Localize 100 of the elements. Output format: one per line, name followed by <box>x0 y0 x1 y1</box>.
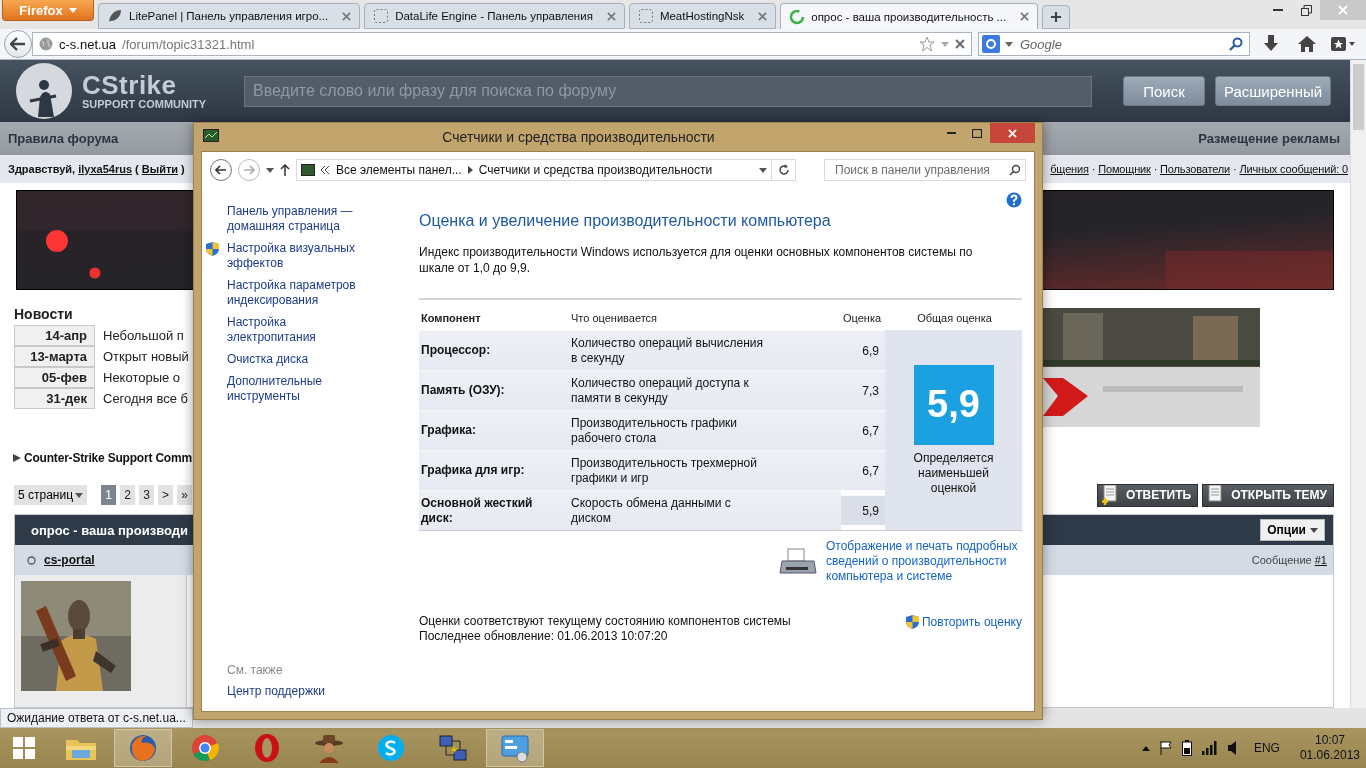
refresh-icon <box>777 164 790 176</box>
logo-icon <box>16 63 72 119</box>
up-arrow-icon <box>280 164 290 176</box>
caret-icon <box>75 492 84 498</box>
user-link[interactable]: Выйти <box>141 163 179 175</box>
nav-link[interactable]: Правила форума <box>8 131 119 146</box>
search-field[interactable]: Поиск в панели управления <box>824 159 1026 181</box>
blank-page-icon <box>637 8 654 24</box>
forum-search-field[interactable]: Введите слово или фразу для поиска по форуму <box>244 75 1092 107</box>
sidebar-link[interactable]: Панель управления — домашняя страница <box>227 204 367 234</box>
sidebar-link[interactable]: Центр поддержки <box>227 684 325 699</box>
sidebar-link[interactable]: Настройка параметров индексирования <box>227 278 367 308</box>
up-arrow-icon <box>1141 745 1150 751</box>
menu-link[interactable]: Пользователи <box>1160 163 1231 175</box>
sidebar-link[interactable]: Очистка диска <box>227 352 309 367</box>
printer-icon <box>778 546 818 577</box>
network-icon <box>438 733 468 763</box>
table-cell: Производительность трехмерной графики и игр <box>569 450 841 490</box>
score-cell: 7,3 <box>841 370 885 410</box>
breadcrumb-link[interactable]: Все элементы панел... <box>336 163 462 177</box>
sidebar-link[interactable]: Настройка электропитания <box>227 315 367 345</box>
expand-arrow-icon <box>13 454 21 462</box>
sidebar-link[interactable]: Дополнительные инструменты <box>227 374 367 404</box>
description-text: Индекс производительности Windows используется для оценки основных компонентов системы по шкале от 1,0 до 9,9. <box>419 244 974 276</box>
browser-tab[interactable]: опрос - ваша производительность ... <box>780 3 1039 29</box>
print-details-link[interactable]: Отображение и печать подробных сведений о производительности компьютера и системе <box>826 539 1022 584</box>
pages-dropdown[interactable]: 5 страниц <box>14 485 88 505</box>
news-date: 31-дек <box>14 388 95 409</box>
user-link[interactable]: ilyxa54rus <box>78 163 132 175</box>
download-icon <box>1263 35 1279 53</box>
close-icon <box>342 11 352 21</box>
options-button[interactable]: Опции <box>1260 519 1325 541</box>
news-link[interactable]: Открыт новый <box>95 346 191 367</box>
news-date: 13-марта <box>14 346 95 367</box>
search-field[interactable]: Google <box>978 32 1250 56</box>
nav-link[interactable]: Размещение рекламы <box>1198 131 1340 146</box>
table-cell: Память (ОЗУ): <box>419 370 569 410</box>
double-chevron-icon <box>321 166 330 174</box>
news-date: 05-фев <box>14 367 95 388</box>
browser-tab[interactable]: MeatHostingNsk <box>628 3 777 29</box>
menu-link[interactable]: Личных сообщений: 0 <box>1239 163 1348 175</box>
address-field[interactable]: Все элементы панел... Счетчики и средства производительности <box>296 159 772 181</box>
back-button[interactable] <box>4 30 32 58</box>
back-button[interactable] <box>210 159 232 181</box>
page-plus-icon <box>1101 485 1118 505</box>
language-indicator[interactable]: ENG <box>1253 741 1280 755</box>
status-line: Оценки соответствуют текущему состоянию компонентов системы <box>419 614 791 629</box>
browser-tab[interactable]: DataLife Engine - Панель управления <box>364 3 625 29</box>
news-date: 14-апр <box>14 325 95 346</box>
back-arrow-icon <box>10 37 26 51</box>
author-link[interactable]: cs-portal <box>44 553 95 567</box>
news-link[interactable]: Небольшой п <box>95 325 191 346</box>
close-icon <box>1020 12 1030 21</box>
table-cell: Графика для игр: <box>419 450 569 490</box>
table-cell: Производительность графики рабочего стола <box>569 410 841 450</box>
news-link[interactable]: Сегодня все б <box>95 388 191 409</box>
page-button[interactable]: 1 <box>101 485 117 505</box>
greeting-text: Здравствуй, ilyxa54rus ( Выйти ) <box>8 163 185 175</box>
shield-icon <box>905 614 920 630</box>
table-cell: Скорость обмена данными с диском <box>569 490 841 530</box>
menu-link[interactable]: бщения <box>1050 163 1089 175</box>
breadcrumb-link[interactable]: Счетчики и средства производительности <box>478 163 713 177</box>
new-topic-button[interactable]: ОТКРЫТЬ ТЕМУ <box>1202 483 1334 507</box>
close-button[interactable] <box>990 123 1035 143</box>
scrollbar[interactable] <box>1350 60 1366 708</box>
address-field[interactable]: c-s.net.ua /forum/topic31321.html <box>32 32 972 56</box>
page-icon <box>1207 485 1224 505</box>
blank-page-icon <box>373 8 390 24</box>
news-link[interactable]: Некоторые о <box>95 367 191 388</box>
rerun-link[interactable]: Повторить оценку <box>922 614 1022 630</box>
search-engine-icon <box>982 35 1000 53</box>
clock[interactable]: 10:07 01.06.2013 <box>1299 733 1360 763</box>
caret-icon <box>266 167 274 173</box>
flag-icon <box>1159 741 1172 755</box>
score-cell: 6,9 <box>841 330 885 370</box>
taskbar-button[interactable] <box>486 729 544 767</box>
restore-icon <box>1300 4 1312 16</box>
back-arrow-icon <box>215 165 227 175</box>
page-button[interactable]: 3 <box>139 485 155 505</box>
loading-icon <box>789 8 806 25</box>
refresh-button[interactable] <box>772 159 796 181</box>
globe-icon <box>39 37 53 51</box>
post-number-text: Сообщение #1 <box>1251 554 1327 566</box>
new-tab-button[interactable] <box>1042 5 1071 29</box>
globe-icon <box>128 733 158 763</box>
browser-tab[interactable]: LitePanel | Панель управления игро... <box>98 3 361 29</box>
page-button[interactable]: 2 <box>120 485 136 505</box>
post-number-link[interactable]: #1 <box>1314 554 1327 566</box>
sidebar-link[interactable]: Настройка визуальных эффектов <box>227 241 367 271</box>
column-header: Что оценивается <box>570 311 658 326</box>
taskbar-button[interactable] <box>114 729 172 767</box>
post-title: опрос - ваша производи <box>31 522 189 538</box>
site-title: CStrike <box>82 72 178 98</box>
page-button[interactable]: > <box>158 485 174 505</box>
search-input[interactable]: Google <box>1018 35 1224 53</box>
reply-button[interactable]: ОТВЕТИТЬ <box>1096 483 1199 507</box>
minimize-icon <box>1273 8 1283 12</box>
forum-path-link[interactable]: Counter-Strike Support Comm <box>24 451 192 465</box>
menu-link[interactable]: Помощник <box>1098 163 1151 175</box>
page-button[interactable]: » <box>177 485 193 505</box>
